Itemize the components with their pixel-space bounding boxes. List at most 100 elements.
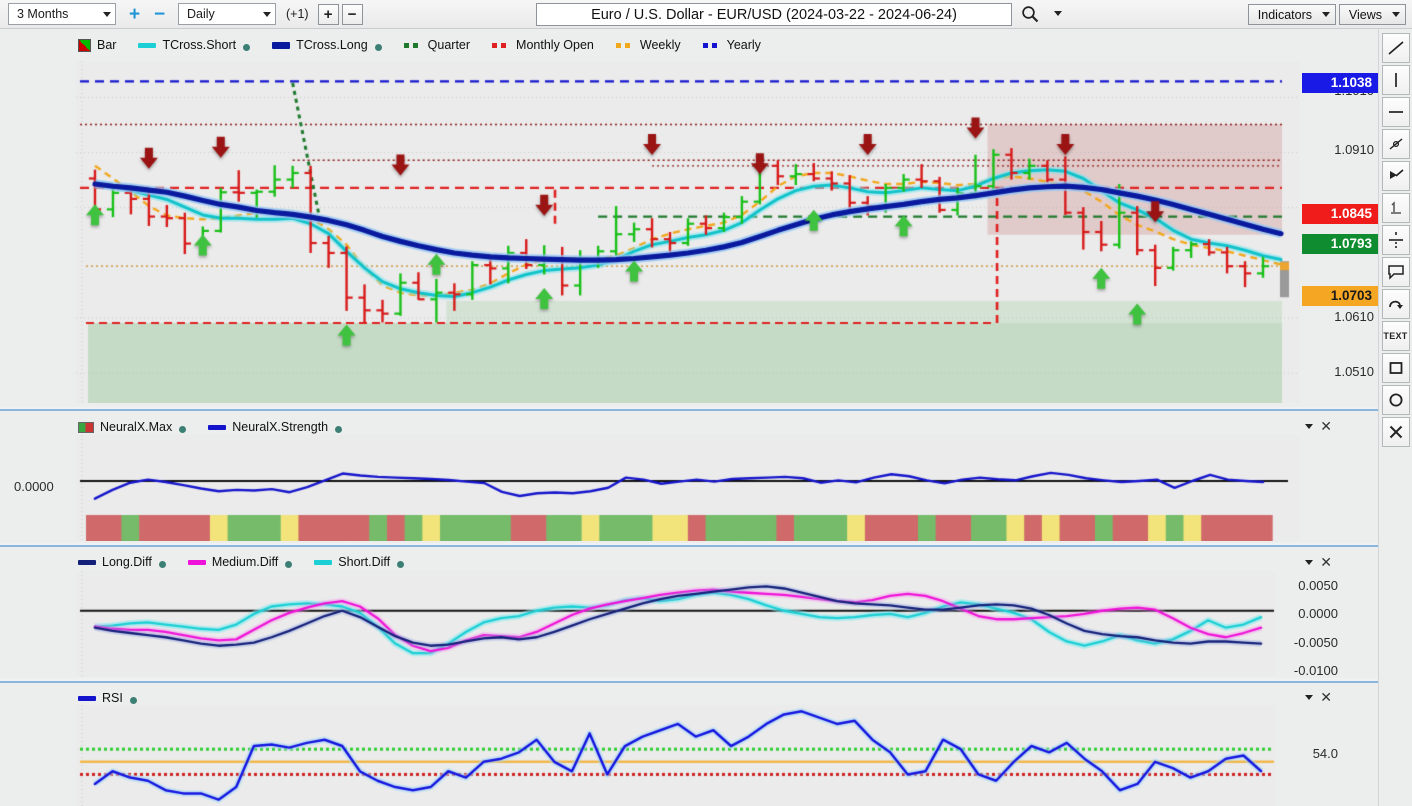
interval-plus-label: + [323,5,333,23]
rsi-panel-legend: RSI [78,691,137,705]
line-icon [78,559,96,565]
measure-tool[interactable] [1381,225,1410,255]
legend-label: Yearly [726,38,761,52]
line-icon [272,41,291,49]
diff-canvas[interactable] [76,571,1276,677]
legend-item-rsi[interactable]: RSI [78,691,137,705]
indicators-label: Indicators [1257,7,1312,22]
close-icon[interactable]: ✕ [1320,690,1332,704]
chevron-down-icon[interactable] [1305,559,1314,565]
horizontal-line-tool[interactable] [1381,97,1410,127]
legend-label: Short.Diff [338,555,391,569]
legend-item-tcross-short[interactable]: TCross.Short [138,38,251,52]
range-zoom-out-button[interactable]: − [149,4,170,25]
diff-panel-legend: Long.Diff Medium.Diff Short.Diff [78,555,405,569]
chevron-down-icon[interactable] [1305,423,1314,429]
legend-item-tcross-long[interactable]: TCross.Long [272,38,382,52]
monthly-open-price-tag: 1.0845 [1302,204,1378,224]
rsi-canvas[interactable] [76,705,1276,806]
line-icon [187,559,206,565]
neuralx-canvas[interactable] [76,435,1300,541]
range-select[interactable]: 3 Months [8,3,116,25]
price-panel-legend: Bar TCross.Short TCross.Long Quarter Mon… [78,38,761,52]
chevron-down-icon [103,11,111,17]
range-zoom-in-button[interactable]: + [124,4,145,25]
legend-label: TCross.Short [162,38,237,52]
quarter-price-tag: 1.0793 [1302,234,1378,254]
drawing-tools-strip: TEXT [1378,29,1412,806]
chevron-down-icon[interactable] [1305,694,1314,700]
dashed-line-icon [615,42,634,48]
legend-item-neuralx-strength[interactable]: NeuralX.Strength [208,420,343,434]
legend-item-medium-diff[interactable]: Medium.Diff [187,555,293,569]
legend-status-dot-icon [129,697,137,704]
search-icon[interactable] [1020,4,1040,24]
legend-item-bar[interactable]: Bar [78,38,116,52]
dashed-line-icon [403,42,422,48]
trendline-tool[interactable] [1381,33,1410,63]
range-zoom-in-label: + [128,3,141,25]
legend-label: Long.Diff [102,555,152,569]
interval-minus-button[interactable]: − [341,3,363,25]
panel-divider [0,545,1378,547]
price-panel: Bar TCross.Short TCross.Long Quarter Mon… [0,29,1378,427]
line-icon [138,42,157,48]
delete-tool[interactable] [1381,417,1410,447]
legend-label: NeuralX.Strength [232,420,329,434]
indicators-button[interactable]: Indicators [1247,4,1336,25]
interval-select[interactable]: Daily [178,3,276,25]
neuralx-plot-area[interactable] [76,435,1300,541]
diff-y-tick: -0.0100 [1293,663,1338,678]
diff-plot-area[interactable] [76,571,1276,677]
ray-tool[interactable] [1381,129,1410,159]
chevron-down-icon [1392,12,1400,17]
neuralx-panel-controls: ✕ [1295,419,1332,433]
rsi-plot-area[interactable] [76,705,1276,806]
interval-plus-button[interactable]: + [317,3,339,25]
diff-panel-controls: ✕ [1295,555,1332,569]
diff-panel: Long.Diff Medium.Diff Short.Diff ✕ 0.005… [0,545,1378,678]
bar-icon [78,38,91,52]
rsi-panel-controls: ✕ [1295,690,1332,704]
legend-status-dot-icon [158,561,166,568]
curve-tool[interactable] [1381,289,1410,319]
symbol-title-field[interactable]: Euro / U.S. Dollar - EUR/USD (2024-03-22… [536,3,1012,26]
legend-item-yearly[interactable]: Yearly [702,38,761,52]
legend-item-neuralx-max[interactable]: NeuralX.Max [78,420,187,434]
neuralx-panel: NeuralX.Max NeuralX.Strength ✕ 0.0000 [0,409,1378,543]
diff-y-tick: 0.0050 [1298,578,1338,593]
rectangle-tool[interactable] [1381,353,1410,383]
views-button[interactable]: Views [1338,4,1406,25]
diff-y-tick: 0.0000 [1298,606,1338,621]
dashed-line-icon [492,42,511,48]
price-canvas[interactable] [76,61,1300,403]
callout-tool[interactable] [1381,257,1410,287]
range-select-value: 3 Months [17,7,69,21]
legend-item-quarter[interactable]: Quarter [403,38,470,52]
line-icon [208,424,227,430]
legend-status-dot-icon [397,561,405,568]
legend-item-weekly[interactable]: Weekly [615,38,681,52]
legend-label: Bar [97,38,117,52]
legend-label: Monthly Open [516,38,594,52]
price-y-tick: 1.0610 [1334,309,1374,324]
text-tool[interactable]: TEXT [1381,321,1410,351]
legend-label: TCross.Long [296,38,368,52]
range-zoom-out-label: − [153,3,166,25]
close-icon[interactable]: ✕ [1320,555,1332,569]
interval-offset-label: (+1) [286,7,309,21]
search-chevron-down-icon[interactable] [1054,11,1062,16]
legend-item-monthly-open[interactable]: Monthly Open [492,38,594,52]
legend-item-short-diff[interactable]: Short.Diff [314,555,405,569]
fib-retracement-tool[interactable] [1381,193,1410,223]
legend-status-dot-icon [374,44,382,51]
close-icon[interactable]: ✕ [1320,419,1332,433]
price-plot-area[interactable] [76,61,1300,403]
ellipse-tool[interactable] [1381,385,1410,415]
legend-label: Weekly [639,38,681,52]
vertical-line-tool[interactable] [1381,65,1410,95]
arrow-tool[interactable] [1381,161,1410,191]
line-icon [314,559,333,565]
legend-item-long-diff[interactable]: Long.Diff [78,555,166,569]
rsi-y-tick: 54.0 [1312,746,1338,761]
